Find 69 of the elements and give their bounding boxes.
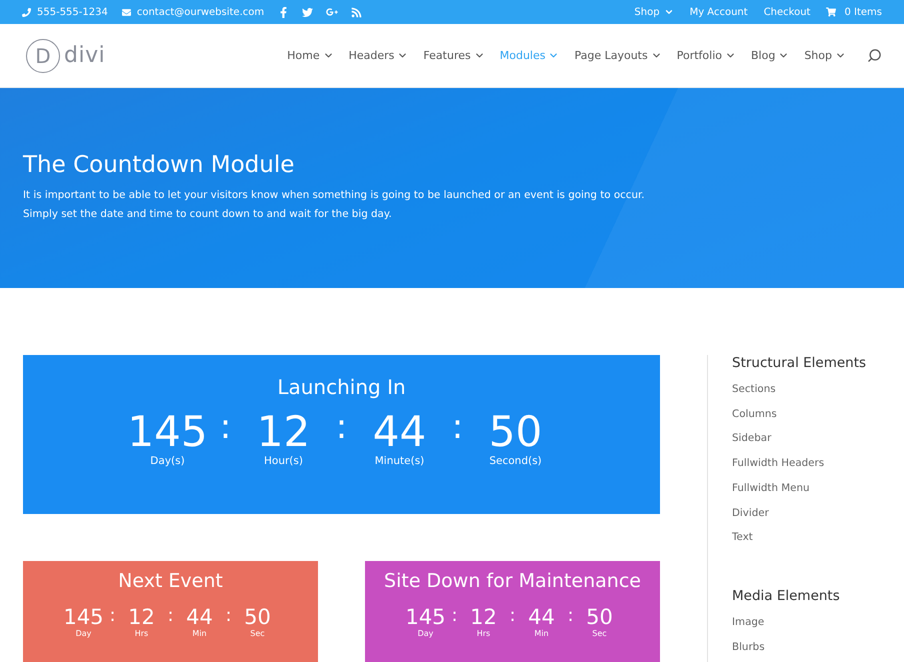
countdown-number: 44 bbox=[372, 409, 426, 456]
countdown-label: Day bbox=[418, 629, 434, 638]
cart-icon bbox=[826, 7, 836, 17]
countdown-title: Site Down for Maintenance bbox=[383, 570, 642, 592]
countdown-label: Hrs bbox=[476, 629, 490, 638]
nav-item[interactable]: Blog bbox=[751, 49, 790, 62]
nav-item[interactable]: Shop bbox=[804, 49, 846, 62]
widget-title: Structural Elements bbox=[732, 355, 866, 371]
phone-icon bbox=[22, 8, 31, 16]
separator: : bbox=[508, 606, 517, 626]
separator: : bbox=[334, 409, 348, 446]
sidebar-link[interactable]: Divider bbox=[732, 500, 866, 526]
countdown-label: Sec bbox=[250, 629, 265, 638]
countdown-label: Minute(s) bbox=[374, 455, 424, 468]
nav-item[interactable]: Portfolio bbox=[676, 49, 736, 62]
separator: : bbox=[108, 606, 117, 626]
countdown-number: 50 bbox=[488, 409, 542, 456]
countdown-label: Min bbox=[192, 629, 207, 638]
countdown-number: 44 bbox=[186, 606, 213, 630]
countdown-label: Hrs bbox=[134, 629, 148, 638]
separator: : bbox=[450, 409, 464, 446]
countdown-number: 50 bbox=[586, 606, 613, 630]
countdown-title: Next Event bbox=[117, 570, 224, 592]
mail-icon bbox=[122, 8, 131, 16]
logo-mark: D bbox=[26, 38, 60, 72]
countdown-number: 50 bbox=[244, 606, 271, 630]
sidebar-link[interactable]: Blurbs bbox=[732, 634, 866, 660]
sidebar-link[interactable]: Sections bbox=[732, 377, 866, 402]
countdown-label: Sec bbox=[592, 629, 607, 638]
sidebar-link[interactable]: Fullwidth Headers bbox=[732, 451, 866, 476]
search-icon[interactable] bbox=[867, 48, 882, 63]
countdown-label: Day bbox=[76, 629, 92, 638]
countdown-title: Launching In bbox=[276, 375, 407, 399]
separator: : bbox=[450, 606, 459, 626]
chevron-icon bbox=[664, 7, 674, 17]
countdown-number: 145 bbox=[127, 409, 208, 456]
sidebar-link[interactable]: Text bbox=[732, 525, 866, 550]
sidebar-link[interactable]: Sidebar bbox=[732, 426, 866, 452]
sidebar-link[interactable]: Fullwidth Menu bbox=[732, 476, 866, 501]
countdown-number: 145 bbox=[405, 606, 446, 630]
separator: : bbox=[166, 606, 175, 626]
twitter-icon[interactable] bbox=[302, 6, 314, 18]
nav-item[interactable]: Headers bbox=[348, 49, 408, 62]
facebook-icon[interactable] bbox=[278, 6, 290, 18]
countdown-number: 12 bbox=[128, 606, 155, 630]
countdown-label: Day(s) bbox=[150, 455, 185, 468]
countdown-number: 12 bbox=[470, 606, 497, 630]
countdown-label: Second(s) bbox=[489, 455, 542, 468]
separator: : bbox=[566, 606, 575, 626]
nav-item[interactable]: Features bbox=[423, 49, 485, 62]
widget-title: Media Elements bbox=[732, 588, 841, 604]
countdown-number: 12 bbox=[256, 409, 310, 456]
rss-icon[interactable] bbox=[351, 6, 362, 18]
nav-item[interactable]: Page Layouts bbox=[574, 49, 662, 62]
separator: : bbox=[218, 409, 232, 446]
hero-text: It is important to be able to let your visitors know when something is going to be launched or an event is going to occur. Simply set the date and time to count down to and wait for the big day. bbox=[23, 188, 646, 222]
nav-item[interactable]: Home bbox=[287, 49, 334, 62]
sidebar-link[interactable]: Image bbox=[732, 610, 866, 635]
logo-text: divi bbox=[64, 43, 106, 68]
email-address: contact@ourwebsite.com bbox=[136, 6, 264, 18]
countdown-number: 145 bbox=[63, 606, 104, 630]
separator: : bbox=[224, 606, 233, 626]
sidebar-link[interactable]: Columns bbox=[732, 402, 866, 426]
google-plus-icon[interactable] bbox=[326, 6, 338, 18]
hero-title: The Countdown Module bbox=[23, 152, 296, 178]
countdown-label: Hour(s) bbox=[264, 455, 303, 468]
countdown-label: Min bbox=[534, 629, 549, 638]
countdown-number: 44 bbox=[528, 606, 555, 630]
phone-number: 555-555-1234 bbox=[37, 6, 108, 18]
